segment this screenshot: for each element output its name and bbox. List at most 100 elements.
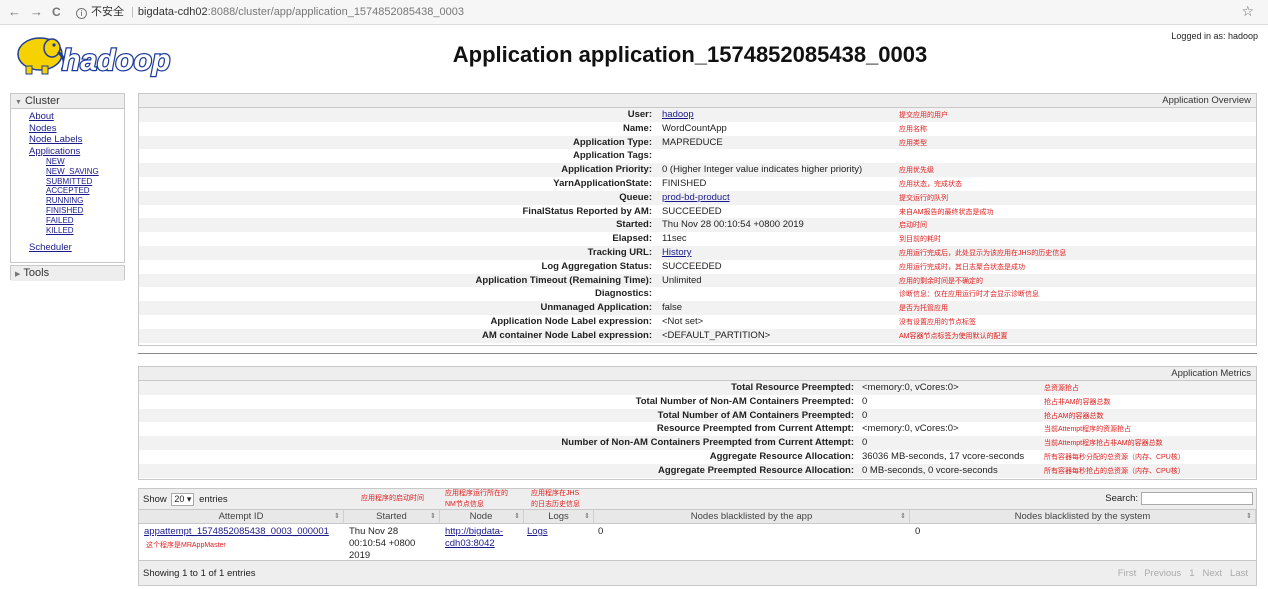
pager-last[interactable]: Last — [1230, 568, 1248, 579]
field-value[interactable]: hadoop — [662, 108, 694, 122]
column-header-label: Logs — [548, 511, 569, 522]
overview-row: Application Type: MAPREDUCE 应用类型 — [139, 135, 1256, 150]
field-label: Total Resource Preempted: — [731, 382, 854, 393]
pager-first[interactable]: First — [1118, 568, 1136, 579]
field-value: <Not set> — [662, 315, 704, 327]
sort-both-icon: ⇕ — [514, 513, 520, 520]
sidebar-subitem: RUNNING — [29, 196, 124, 206]
column-header[interactable]: Attempt ID ⇕ — [139, 510, 344, 524]
column-header[interactable]: Started ⇕ — [344, 510, 440, 524]
field-value[interactable]: History — [662, 246, 692, 260]
pager-previous[interactable]: Previous — [1144, 568, 1181, 579]
cluster-nav-header[interactable]: ▼ Cluster — [11, 94, 124, 109]
sidebar-link-nodes[interactable]: Nodes — [29, 123, 56, 134]
forward-icon[interactable]: → — [30, 4, 43, 20]
field-value: <memory:0, vCores:0> — [862, 382, 959, 393]
table-info: Showing 1 to 1 of 1 entries — [143, 568, 256, 579]
security-label: 不安全 — [91, 6, 124, 18]
field-label: Resource Preempted from Current Attempt: — [656, 423, 854, 435]
column-header[interactable]: Logs ⇕ — [524, 510, 594, 524]
field-label: Application Type: — [573, 136, 652, 148]
field-value[interactable]: prod-bd-product — [662, 191, 730, 205]
sidebar-item: Nodes — [29, 123, 124, 135]
annotation-note: 当前Attempt程序的资源抢占 — [1044, 426, 1132, 434]
column-header[interactable]: Nodes blacklisted by the app ⇕ — [594, 510, 910, 524]
sidebar-state-running[interactable]: RUNNING — [46, 196, 83, 205]
annotation-note: 诊断信息：仅在应用运行时才会显示诊断信息 — [899, 291, 1039, 299]
logs-link[interactable]: Logs — [527, 526, 548, 538]
overview-row: Application Priority: 0 (Higher Integer v… — [139, 163, 1256, 177]
field-value: Unlimited — [662, 274, 702, 286]
sidebar-item: Applications — [29, 146, 124, 158]
divider — [138, 353, 1257, 354]
sidebar-state-accepted[interactable]: ACCEPTED — [46, 186, 90, 195]
field-label: Application Priority: — [561, 164, 652, 176]
overview-row: Name: WordCountApp 应用名称 — [139, 122, 1256, 136]
attempt-id-link[interactable]: appattempt_1574852085438_0003_000001 — [144, 526, 329, 538]
overview-row: AM container Node Label expression: <DEFA… — [139, 328, 1256, 343]
logs-annotation-2: 的日志历史信息 — [531, 501, 580, 508]
metrics-row: Aggregate Preempted Resource Allocation:… — [139, 463, 1256, 478]
column-header[interactable]: Node ⇕ — [439, 510, 524, 524]
back-icon[interactable]: ← — [8, 4, 21, 20]
page-title: Application application_1574852085438_00… — [452, 42, 928, 67]
annotation-note: 抢占AM的容器总数 — [1044, 412, 1104, 420]
metrics-row: Total Number of AM Containers Preempted:… — [139, 408, 1256, 423]
sidebar-state-submitted[interactable]: SUBMITTED — [46, 177, 92, 186]
annotation-note: 应用名称 — [899, 125, 927, 133]
sort-both-icon: ⇕ — [584, 513, 590, 520]
field-value: SUCCEEDED — [662, 260, 722, 272]
sidebar-state-failed[interactable]: FAILED — [46, 216, 74, 225]
field-value: 0 MB-seconds, 0 vcore-seconds — [862, 464, 998, 476]
column-header[interactable]: Nodes blacklisted by the system ⇕ — [910, 510, 1256, 524]
field-value: false — [662, 302, 683, 314]
sidebar-link-about[interactable]: About — [29, 111, 54, 122]
sidebar-item: Node Labels — [29, 134, 124, 146]
annotation-note: 应用运行完成后，此处显示为该应用在JHS的历史信息 — [899, 249, 1067, 257]
field-label: Started: — [616, 219, 652, 231]
tools-nav: ▶ Tools — [10, 265, 125, 281]
annotation-note: 当前Attempt程序抢占非AM的容器总数 — [1044, 440, 1163, 448]
annotation-note: 来自AM报告的最终状态是成功 — [899, 208, 994, 216]
triangle-down-icon: ▼ — [15, 99, 22, 106]
reload-icon[interactable]: C — [52, 4, 61, 20]
sidebar-item: Scheduler — [29, 242, 124, 254]
started-cell: Thu Nov 28 00:10:54 +0800 2019 — [349, 526, 415, 562]
metrics-rows: Total Resource Preempted: <memory:0, vCor… — [139, 381, 1256, 478]
field-value: <DEFAULT_PARTITION> — [662, 329, 771, 341]
field-label: Name: — [622, 122, 652, 134]
field-label: Application Tags: — [573, 150, 652, 162]
annotation-note: 提交应用的用户 — [899, 112, 948, 119]
sidebar-state-new-saving[interactable]: NEW_SAVING — [46, 167, 99, 176]
field-value: 11sec — [662, 233, 687, 245]
overview-row: User: hadoop 提交应用的用户 — [139, 108, 1256, 122]
column-header-label: Nodes blacklisted by the system — [1014, 511, 1151, 522]
bookmark-star-icon[interactable]: ☆ — [1241, 3, 1254, 20]
started-annotation: 应用程序的启动时间 — [361, 495, 424, 502]
field-label: AM container Node Label expression: — [482, 329, 652, 341]
overview-header: Application Overview — [139, 94, 1256, 108]
pager-next[interactable]: Next — [1202, 568, 1222, 579]
info-icon[interactable]: i — [76, 8, 87, 19]
search-control: Search: — [1105, 492, 1253, 505]
sidebar-item: About — [29, 111, 124, 123]
field-value: 36036 MB-seconds, 17 vcore-seconds — [862, 450, 1025, 462]
field-value: FINISHED — [662, 177, 707, 189]
sidebar-state-finished[interactable]: FINISHED — [46, 206, 83, 215]
address-bar[interactable]: i 不安全 | bigdata-cdh02:8088/cluster/app/app… — [76, 4, 464, 20]
logs-annotation-1: 应用程序在JHS — [531, 490, 580, 497]
pager-1[interactable]: 1 — [1189, 568, 1194, 579]
tools-nav-header[interactable]: ▶ Tools — [11, 266, 124, 281]
sidebar-state-new[interactable]: NEW — [46, 157, 65, 166]
page-length-select[interactable]: 20 ▾ — [171, 493, 195, 506]
sidebar-link-scheduler[interactable]: Scheduler — [29, 242, 72, 253]
sidebar-link-applications[interactable]: Applications — [29, 146, 80, 157]
sidebar-state-killed[interactable]: KILLED — [46, 226, 74, 235]
field-label: User: — [627, 109, 652, 120]
sidebar-link-node-labels[interactable]: Node Labels — [29, 134, 82, 145]
node-link[interactable]: http://bigdata-cdh03:8042 — [445, 526, 503, 549]
node-annotation-1: 应用程序运行所在的 — [445, 490, 508, 497]
column-header-label: Nodes blacklisted by the app — [690, 511, 813, 522]
search-input[interactable] — [1141, 492, 1253, 505]
annotation-note: 到目前的耗时 — [899, 236, 941, 244]
